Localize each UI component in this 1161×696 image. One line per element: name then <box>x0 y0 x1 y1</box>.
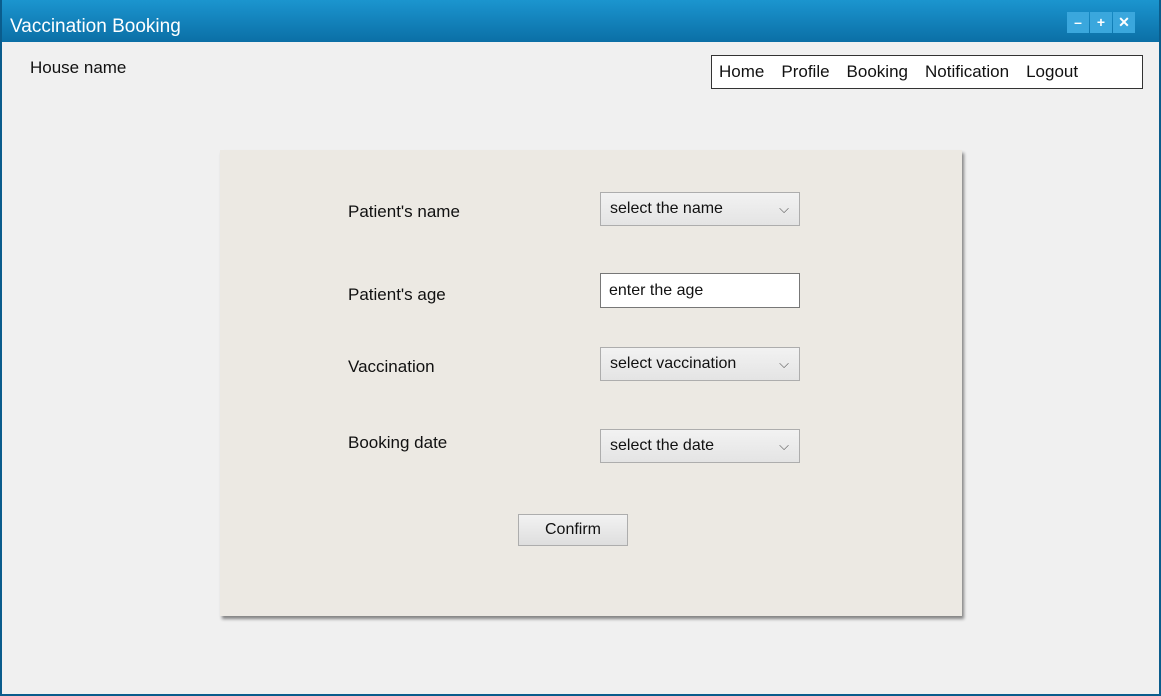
patient-name-label: Patient's name <box>348 202 460 221</box>
chevron-down-icon: ⌵ <box>779 438 789 453</box>
nav-home[interactable]: Home <box>719 62 764 82</box>
nav-logout[interactable]: Logout <box>1026 62 1078 82</box>
vaccination-select[interactable]: select vaccination ⌵ <box>600 347 800 381</box>
booking-date-select[interactable]: select the date ⌵ <box>600 429 800 463</box>
patient-age-input[interactable]: enter the age <box>600 273 800 308</box>
window-title: Vaccination Booking <box>10 16 181 37</box>
house-name-label: House name <box>30 58 127 77</box>
patient-age-label: Patient's age <box>348 285 446 304</box>
confirm-button[interactable]: Confirm <box>518 514 628 546</box>
app-window: Vaccination Booking – + ✕ House name Hom… <box>0 0 1161 696</box>
vaccination-select-value: select vaccination <box>610 355 737 372</box>
title-bar: Vaccination Booking – + ✕ <box>2 0 1159 42</box>
close-icon[interactable]: ✕ <box>1113 12 1135 33</box>
minimize-icon[interactable]: – <box>1067 12 1089 33</box>
booking-date-select-value: select the date <box>610 437 715 454</box>
booking-form-panel: Patient's name select the name ⌵ Patient… <box>220 150 962 616</box>
chevron-down-icon: ⌵ <box>779 356 789 371</box>
booking-date-label: Booking date <box>348 433 448 452</box>
nav-bar: Home Profile Booking Notification Logout <box>711 55 1143 89</box>
nav-booking[interactable]: Booking <box>847 62 908 82</box>
patient-name-select-value: select the name <box>610 200 723 217</box>
vaccination-label: Vaccination <box>348 357 435 376</box>
maximize-icon[interactable]: + <box>1090 12 1112 33</box>
chevron-down-icon: ⌵ <box>779 201 789 216</box>
patient-name-select[interactable]: select the name ⌵ <box>600 192 800 226</box>
nav-profile[interactable]: Profile <box>781 62 829 82</box>
nav-notification[interactable]: Notification <box>925 62 1009 82</box>
